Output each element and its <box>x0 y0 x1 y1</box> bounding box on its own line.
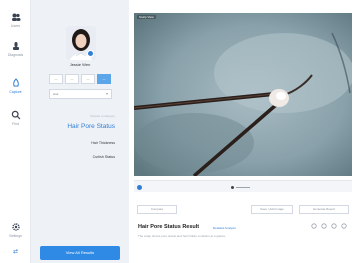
scalp-image <box>134 13 352 176</box>
gear-icon <box>11 223 20 231</box>
viewer-tag: Scalp View <box>137 15 156 19</box>
menu-hint: Choose a category <box>89 114 115 118</box>
nav-rail: Users Diagnosis Capture Find Settings ⇄ <box>0 0 31 263</box>
menu-item-curlish-status[interactable]: Curlish Status <box>93 155 115 159</box>
save-image-button[interactable]: Save / Add Image <box>251 205 293 214</box>
segment-4[interactable]: — <box>97 74 111 84</box>
menu-item-hair-thickness[interactable]: Hair Thickness <box>91 141 115 145</box>
rail-label: Capture <box>9 90 22 94</box>
segment-2[interactable]: — <box>65 74 79 84</box>
avatar-badge <box>87 50 94 57</box>
rail-item-diagnosis[interactable]: Diagnosis <box>0 41 31 67</box>
scrubber-track <box>236 187 250 188</box>
main-area: Scalp View Compare Save / Add Image Gene… <box>129 0 359 263</box>
zoom-icon[interactable] <box>311 223 317 229</box>
result-tag[interactable]: Detailed Analysis <box>213 226 236 230</box>
category-select-value: Hair <box>53 92 59 96</box>
users-icon <box>11 13 20 21</box>
rail-label: Settings <box>9 234 22 238</box>
scrubber-handle[interactable] <box>137 185 142 190</box>
share-icon[interactable] <box>321 223 327 229</box>
search-icon <box>11 110 20 120</box>
rail-label: Users <box>10 24 21 28</box>
rail-item-settings[interactable]: Settings <box>0 222 31 248</box>
category-select[interactable]: Hair ▾ <box>49 89 112 99</box>
menu-item-hair-pore-status[interactable]: Hair Pore Status <box>67 123 115 130</box>
switch-icon: ⇄ <box>12 249 19 255</box>
image-scrubber[interactable] <box>134 180 352 192</box>
user-name: Jessie Wen <box>69 62 91 67</box>
rail-item-search[interactable]: Find <box>0 110 31 136</box>
scalp-image-viewer[interactable]: Scalp View <box>134 13 352 176</box>
rail-label: Find <box>12 122 19 126</box>
download-icon[interactable] <box>331 223 337 229</box>
result-title: Hair Pore Status Result <box>138 224 200 230</box>
rail-label: Diagnosis <box>7 53 24 57</box>
rail-item-users[interactable]: Users <box>0 12 31 38</box>
generate-report-button[interactable]: Generate Report <box>299 205 349 214</box>
profile-panel: Jessie Wen — — — — Hair ▾ Choose a categ… <box>31 0 129 263</box>
segment-3[interactable]: — <box>81 74 95 84</box>
compare-button[interactable]: Compare <box>137 205 177 214</box>
result-description: The scalp shows pore status and hair fol… <box>138 234 227 238</box>
more-icon[interactable] <box>341 223 347 229</box>
chevron-down-icon: ▾ <box>105 91 108 96</box>
camera-icon <box>12 78 19 87</box>
rail-item-switch[interactable]: ⇄ <box>0 248 31 260</box>
stethoscope-icon <box>12 42 19 50</box>
scrubber-marker <box>231 186 234 189</box>
rail-item-capture[interactable]: Capture <box>0 78 31 104</box>
view-all-results-button[interactable]: View All Results <box>40 246 120 260</box>
segment-1[interactable]: — <box>49 74 63 84</box>
